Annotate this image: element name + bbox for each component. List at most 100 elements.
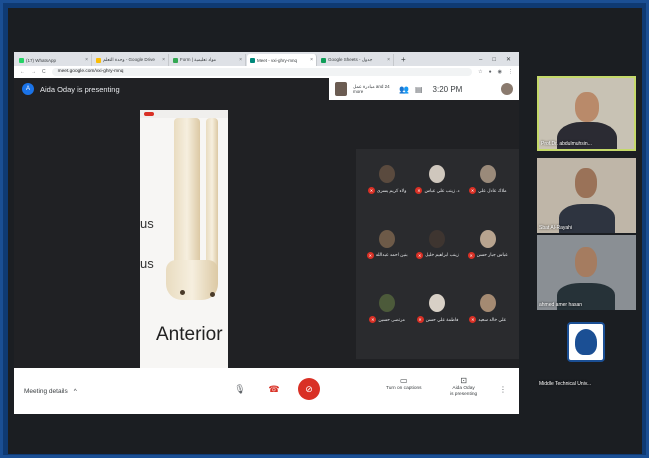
maximize-icon[interactable]: □ <box>492 54 496 66</box>
participant-tile[interactable]: ✕ زينب ابراهيم خليل <box>412 222 462 287</box>
tab-drive[interactable]: وحدة التعلم - Google Drive × <box>93 54 169 66</box>
close-icon[interactable]: × <box>85 57 88 63</box>
participant-name: بنين احمد عبدالله <box>375 252 408 258</box>
bookmark-star-icon[interactable]: ☆ <box>478 69 482 75</box>
tab-meet[interactable]: Meet - vxi-ghry-mnq × <box>247 54 317 66</box>
bone-marker <box>180 290 185 295</box>
url-field[interactable]: meet.google.com/vxi-ghry-mnq <box>51 68 473 76</box>
tab-label: وحدة التعلم - Google Drive <box>103 57 155 62</box>
participant-tile[interactable]: ✕ فاطمة علي حسن <box>412 286 462 351</box>
person-head <box>575 247 597 277</box>
participant-tile[interactable]: ✕ عباس جبار حسن <box>463 222 513 287</box>
whatsapp-icon <box>19 57 24 63</box>
participant-name: د. زينب علي عباس <box>424 187 460 193</box>
address-bar: ← → C meet.google.com/vxi-ghry-mnq ☆ ● ◉… <box>14 66 519 78</box>
recording-indicator <box>144 112 154 116</box>
meet-controls-bar: Meeting details ^ 🎙 ☎ ⊘ ▭ Turn on captio… <box>14 368 519 414</box>
mic-off-icon: ✕ <box>469 316 477 324</box>
mic-off-icon: ✕ <box>467 251 475 259</box>
mic-off-icon: ✕ <box>416 316 424 324</box>
close-icon[interactable]: × <box>310 57 313 63</box>
close-icon[interactable]: × <box>387 57 390 63</box>
person-head <box>575 168 597 198</box>
browser-tools: ☆ ● ◉ ⋮ <box>478 69 513 75</box>
extension-icon[interactable]: ● <box>489 69 492 75</box>
captions-button[interactable]: ▭ Turn on captions <box>386 376 422 392</box>
profile-icon[interactable]: ◉ <box>498 69 502 75</box>
mic-off-icon: ✕ <box>369 316 377 324</box>
others-count: مبادرة عمل and 24 more <box>353 84 390 94</box>
mic-off-icon: ✕ <box>367 187 375 194</box>
participant-thumbnail <box>335 82 347 96</box>
chevron-up-icon: ^ <box>73 387 77 395</box>
avatar <box>379 229 396 248</box>
microphone-button[interactable]: 🎙 <box>230 379 250 399</box>
chat-icon[interactable]: ▤ <box>415 85 423 94</box>
video-label: Sbat Al-Rayahi <box>539 225 573 231</box>
captions-icon: ▭ <box>400 376 408 385</box>
presenting-label-2: is presenting <box>450 392 478 397</box>
participant-tile[interactable]: ✕ علي خالد سعيد <box>463 286 513 351</box>
tab-form[interactable]: Form | مواد تعليمية × <box>170 54 246 66</box>
people-icon[interactable]: 👥 <box>399 85 409 94</box>
participant-tile[interactable]: ✕ ولاء كريم يسرى <box>362 157 412 222</box>
meeting-details-label: Meeting details <box>24 387 68 395</box>
presenting-status: Aida Oday is presenting <box>40 84 120 94</box>
avatar <box>379 294 396 313</box>
participant-tile[interactable]: ✕ د. زينب علي عباس <box>412 157 462 222</box>
present-screen-icon: ⊡ <box>460 376 467 385</box>
mic-off-icon: ✕ <box>416 251 424 259</box>
close-window-icon[interactable]: ✕ <box>506 54 511 66</box>
participant-name: زينب ابراهيم خليل <box>425 252 459 258</box>
participant-tile[interactable]: ✕ ملاك عادل علي <box>463 157 513 222</box>
participant-grid: ✕ ولاء كريم يسرى ✕ د. زينب علي عباس ✕ ملاك … <box>356 149 519 359</box>
captions-label: Turn on captions <box>386 386 422 391</box>
window-controls: – □ ✕ <box>479 54 519 66</box>
reload-icon[interactable]: C <box>42 69 46 75</box>
self-avatar[interactable] <box>501 83 513 95</box>
tab-sheets[interactable]: Google Sheets - جدول × <box>318 54 394 66</box>
meet-header: A Aida Oday is presenting مبادرة عمل and… <box>14 78 519 100</box>
meet-icon <box>250 57 255 63</box>
video-tile[interactable]: Sbat Al-Rayahi <box>537 158 636 233</box>
tab-whatsapp[interactable]: (17) WhatsApp × <box>16 54 92 66</box>
tab-bar: (17) WhatsApp × وحدة التعلم - Google Driv… <box>14 52 519 66</box>
slide-label-anterior: Anterior <box>156 324 223 345</box>
participant-name: مرتضى حسين <box>378 316 405 322</box>
video-label: ahmed amer hasan <box>539 302 583 308</box>
participant-name: ملاك عادل علي <box>478 187 507 193</box>
video-tile[interactable]: ahmed amer hasan <box>537 235 636 310</box>
call-controls: 🎙 ☎ ⊘ <box>230 378 320 400</box>
menu-kebab-icon[interactable]: ⋮ <box>508 69 513 75</box>
new-tab-button[interactable]: + <box>395 54 412 66</box>
tab-label: Google Sheets - جدول <box>328 57 373 62</box>
presentation-slide: us us Anterior <box>140 110 228 368</box>
back-icon[interactable]: ← <box>20 69 25 75</box>
fibula-bone <box>206 118 218 278</box>
video-tile[interactable]: Middle Technical Univ... <box>537 314 636 389</box>
drive-icon <box>96 57 101 63</box>
leave-call-button[interactable]: ☎ <box>264 379 284 399</box>
mic-off-icon: ✕ <box>415 187 423 194</box>
video-label: Middle Technical Univ... <box>539 381 592 387</box>
more-options-icon[interactable]: ⋮ <box>499 385 507 394</box>
avatar <box>479 294 496 313</box>
minimize-icon[interactable]: – <box>479 54 482 66</box>
avatar <box>379 165 396 183</box>
video-tile[interactable]: Prof.Dr. abdulmuhsin... <box>537 76 636 151</box>
clock: 3:20 PM <box>432 84 463 94</box>
forward-icon[interactable]: → <box>31 69 36 75</box>
participant-tile[interactable]: ✕ بنين احمد عبدالله <box>362 222 412 287</box>
participant-tile[interactable]: ✕ مرتضى حسين <box>362 286 412 351</box>
tab-label: Form | مواد تعليمية <box>180 57 217 62</box>
close-icon[interactable]: × <box>239 57 242 63</box>
avatar <box>479 229 496 248</box>
camera-off-button[interactable]: ⊘ <box>298 378 320 400</box>
sheets-icon <box>321 57 326 63</box>
participant-name: فاطمة علي حسن <box>425 316 459 322</box>
meeting-details-button[interactable]: Meeting details ^ <box>24 388 77 395</box>
university-logo <box>567 322 605 362</box>
close-icon[interactable]: × <box>162 57 165 63</box>
presenting-button[interactable]: ⊡ Aida Oday is presenting <box>450 376 478 398</box>
mic-off-icon: ✕ <box>366 251 374 259</box>
